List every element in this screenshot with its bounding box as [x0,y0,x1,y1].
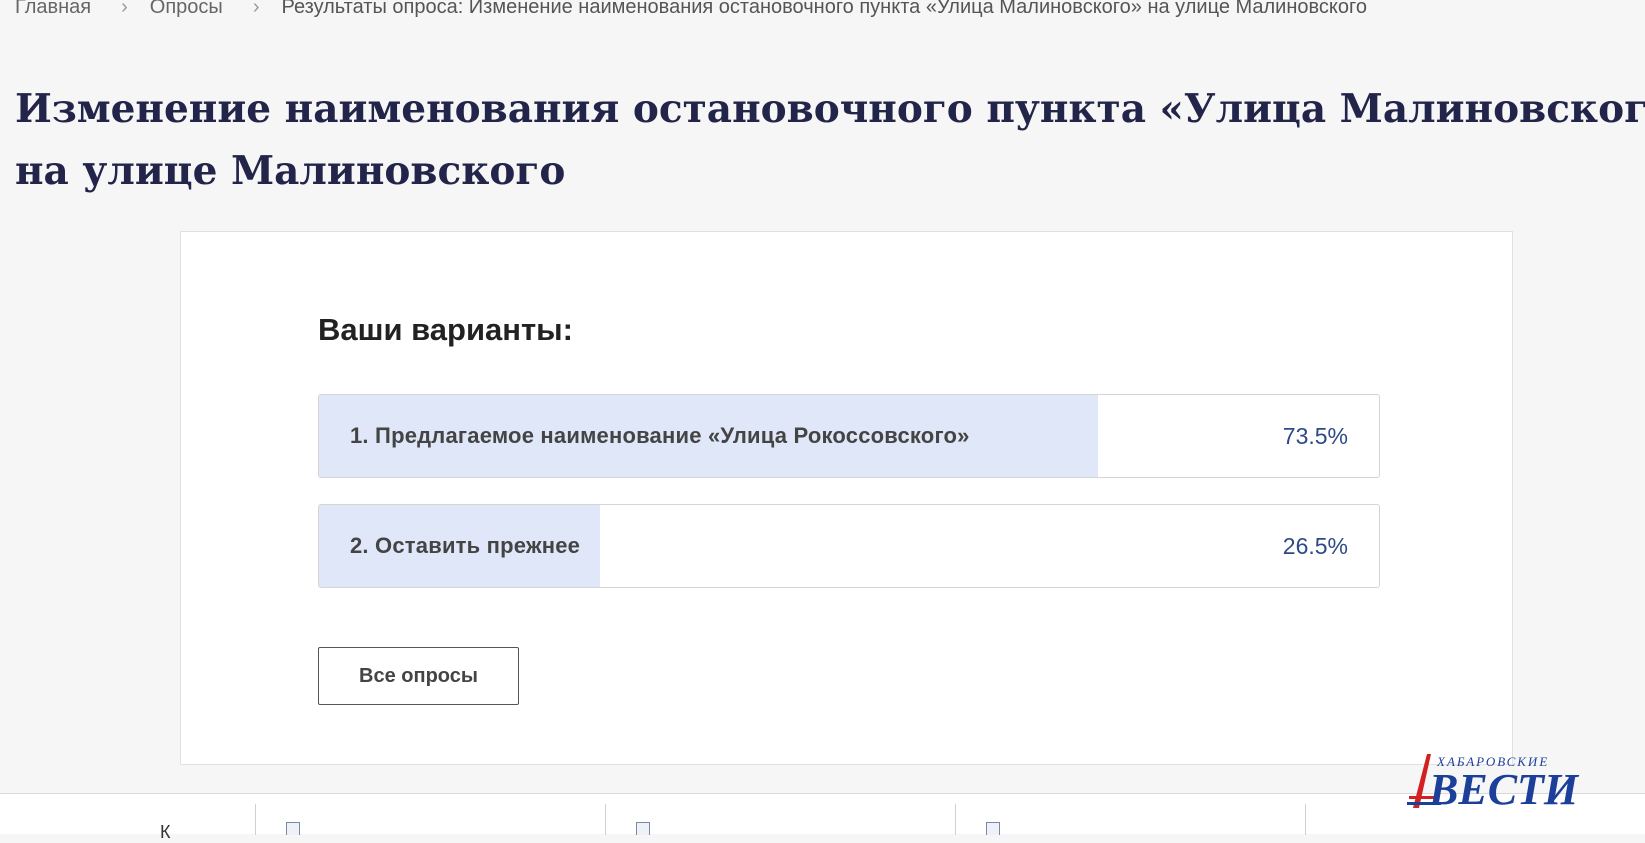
poll-option-1[interactable]: 1. Предлагаемое наименование «Улица Роко… [318,394,1380,478]
document-icon [286,822,300,835]
poll-option-1-label: 1. Предлагаемое наименование «Улица Роко… [350,423,970,448]
taskbar-truncated-item[interactable]: К [160,822,171,843]
taskbar-file-item-2[interactable] [605,804,956,835]
poll-option-2-percent: 26.5% [1282,533,1348,559]
breadcrumb-home-link[interactable]: Главная [15,0,91,19]
breadcrumb-separator-icon: › [121,0,128,18]
page-title-line-1: Изменение наименования остановочного пун… [15,86,1645,132]
document-icon [986,822,1000,835]
breadcrumb-current: Результаты опроса: Изменение наименовани… [281,0,1367,18]
poll-option-1-percent: 73.5% [1282,423,1348,449]
document-icon [636,822,650,835]
poll-option-2[interactable]: 2. Оставить прежнее 26.5% [318,504,1380,588]
breadcrumb-polls-link[interactable]: Опросы [150,0,223,19]
taskbar: К [0,793,1645,842]
results-heading: Ваши варианты: [318,312,573,347]
page-title-line-2: на улице Малиновского [15,148,566,194]
all-polls-button[interactable]: Все опросы [318,647,519,705]
breadcrumb-separator-icon: › [252,0,260,18]
poll-results-card: Ваши варианты: 1. Предлагаемое наименова… [180,231,1513,765]
poll-option-2-label: 2. Оставить прежнее [350,533,581,558]
khabarovskie-vesti-logo: ХАБАРОВСКИЕ ВЕСТИ [1407,754,1580,814]
breadcrumb: Главная › Опросы › Результаты опроса: Из… [15,0,1367,20]
taskbar-file-item-3[interactable] [955,804,1306,835]
logo-text-main: ВЕСТИ [1428,765,1580,814]
page-title: Изменение наименования остановочного пун… [15,78,1645,202]
taskbar-file-item-1[interactable] [255,804,606,835]
